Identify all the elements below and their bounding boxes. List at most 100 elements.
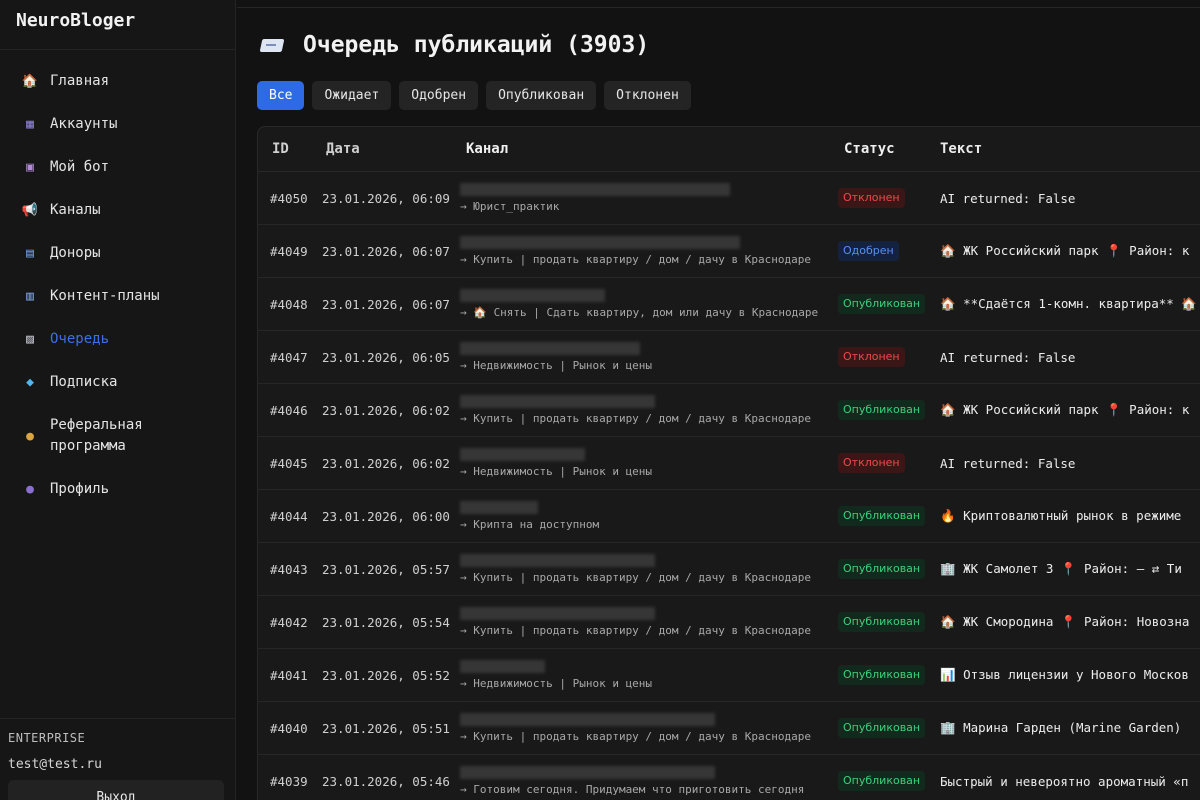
table-row[interactable]: #4043 23.01.2026, 05:57 → Купить | прода… [258,543,1200,596]
redacted-channel-name [460,236,740,249]
row-status: Опубликован [838,665,940,685]
redacted-channel-name [460,448,585,461]
sidebar-item-label: Аккаунты [50,116,118,132]
row-date: 23.01.2026, 06:07 [322,243,450,259]
filter-published[interactable]: Опубликован [486,81,597,110]
redacted-channel-name [460,501,538,514]
row-text: 🏠 ЖК Российский парк 📍 Район: к [940,243,1190,258]
row-id: #4046 [270,402,308,418]
main-content: Очередь публикаций (3903) Все Ожидает Од… [237,0,1200,800]
row-date: 23.01.2026, 06:09 [322,190,450,206]
row-status: Опубликован [838,559,940,579]
redacted-channel-name [460,395,655,408]
status-badge: Опубликован [838,559,926,579]
status-badge: Одобрен [838,241,899,261]
table-row[interactable]: #4048 23.01.2026, 06:07 → 🏠 Снять | Сдат… [258,278,1200,331]
sidebar-item-donors[interactable]: ▤ Доноры [0,232,235,275]
page-title-text: Очередь публикаций (3903) [303,32,650,58]
user-email: test@test.ru [8,757,102,772]
column-header-id[interactable]: ID [258,141,322,157]
row-text: 🏠 ЖК Смородина 📍 Район: Новозна [940,614,1190,629]
column-header-text[interactable]: Текст [940,141,1200,157]
sidebar-item-channels[interactable]: 📢 Каналы [0,189,235,232]
top-divider [237,0,1200,8]
row-date: 23.01.2026, 05:54 [322,614,450,630]
row-id: #4039 [270,773,308,789]
sidebar-item-bot[interactable]: ▣ Мой бот [0,146,235,189]
row-text: AI returned: False [940,190,1076,206]
bot-icon: ▣ [26,159,34,175]
row-channel: → Недвижимость | Рынок и цены [460,660,838,690]
row-channel-sub: → Купить | продать квартиру / дом / дачу… [460,571,811,584]
brand-logo[interactable]: NeuroBloger [0,0,235,50]
table-row[interactable]: #4041 23.01.2026, 05:52 → Недвижимость |… [258,649,1200,702]
row-date: 23.01.2026, 05:46 [322,773,450,789]
row-text: 🏢 Марина Гарден (Marine Garden) [940,720,1182,735]
row-date: 23.01.2026, 06:02 [322,402,450,418]
logout-button[interactable]: Выход [8,780,224,800]
column-header-status[interactable]: Статус [838,141,940,157]
sidebar-item-referral[interactable]: ● Реферальная программа [0,404,235,468]
table-row[interactable]: #4039 23.01.2026, 05:46 → Готовим сегодн… [258,755,1200,800]
queue-icon: ▨ [26,331,34,347]
row-date: 23.01.2026, 05:52 [322,667,450,683]
row-channel: → Юрист_практик [460,183,838,213]
filter-all[interactable]: Все [257,81,305,110]
filter-approved[interactable]: Одобрен [399,81,479,110]
table-row[interactable]: #4040 23.01.2026, 05:51 → Купить | прода… [258,702,1200,755]
home-icon: 🏠 [21,73,39,89]
column-header-date[interactable]: Дата [322,141,460,157]
row-id: #4049 [270,243,308,259]
status-badge: Отклонен [838,347,905,367]
table-row[interactable]: #4042 23.01.2026, 05:54 → Купить | прода… [258,596,1200,649]
table-row[interactable]: #4050 23.01.2026, 06:09 → Юрист_практик … [258,172,1200,225]
row-text: 🔥 Криптовалютный рынок в режиме [940,508,1182,523]
row-channel-sub: → Купить | продать квартиру / дом / дачу… [460,253,811,266]
row-channel-sub: → Недвижимость | Рынок и цены [460,359,653,372]
status-badge: Опубликован [838,718,926,738]
row-status: Одобрен [838,241,940,261]
row-text: 🏠 **Сдаётся 1-комн. квартира** 🏠 [940,296,1197,311]
redacted-channel-name [460,660,545,673]
sidebar-item-label: Доноры [50,245,101,261]
status-badge: Опубликован [838,294,926,314]
row-channel: → Купить | продать квартиру / дом / дачу… [460,236,838,266]
sidebar-item-label: Реферальная программа [50,417,143,454]
sidebar-item-content-plans[interactable]: ▥ Контент-планы [0,275,235,318]
table-row[interactable]: #4049 23.01.2026, 06:07 → Купить | прода… [258,225,1200,278]
user-icon: ● [26,481,34,497]
row-text: AI returned: False [940,455,1076,471]
sidebar-item-home[interactable]: 🏠 Главная [0,60,235,103]
table-row[interactable]: #4045 23.01.2026, 06:02 → Недвижимость |… [258,437,1200,490]
donors-icon: ▤ [26,245,34,261]
row-id: #4050 [270,190,308,206]
redacted-channel-name [460,713,715,726]
row-id: #4040 [270,720,308,736]
sidebar-item-subscription[interactable]: ◆ Подписка [0,361,235,404]
filter-pending[interactable]: Ожидает [312,81,392,110]
status-badge: Опубликован [838,400,926,420]
column-header-channel[interactable]: Канал [460,141,838,157]
sidebar-nav: 🏠 Главная ▦ Аккаунты ▣ Мой бот 📢 Каналы ▤ Дон… [0,50,235,511]
table-row[interactable]: #4046 23.01.2026, 06:02 → Купить | прода… [258,384,1200,437]
sidebar-item-profile[interactable]: ● Профиль [0,468,235,511]
sidebar: NeuroBloger 🏠 Главная ▦ Аккаунты ▣ Мой бот … [0,0,236,800]
row-channel: → Недвижимость | Рынок и цены [460,342,838,372]
row-text: AI returned: False [940,349,1076,365]
row-text: 📊 Отзыв лицензии у Нового Москов [940,667,1189,682]
sidebar-item-label: Мой бот [50,159,110,175]
row-status: Опубликован [838,718,940,738]
row-channel-sub: → Купить | продать квартиру / дом / дачу… [460,730,811,743]
status-badge: Отклонен [838,453,905,473]
plan-label: ENTERPRISE [8,731,86,745]
diamond-icon: ◆ [26,374,34,390]
table-row[interactable]: #4044 23.01.2026, 06:00 → Крипта на дост… [258,490,1200,543]
table-row[interactable]: #4047 23.01.2026, 06:05 → Недвижимость |… [258,331,1200,384]
row-id: #4045 [270,455,308,471]
filter-rejected[interactable]: Отклонен [604,81,691,110]
sidebar-item-accounts[interactable]: ▦ Аккаунты [0,103,235,146]
sidebar-item-queue[interactable]: ▨ Очередь [0,318,235,361]
status-filters: Все Ожидает Одобрен Опубликован Отклонен [257,81,691,110]
row-date: 23.01.2026, 06:07 [322,296,450,312]
calendar-icon: ▥ [26,288,34,304]
